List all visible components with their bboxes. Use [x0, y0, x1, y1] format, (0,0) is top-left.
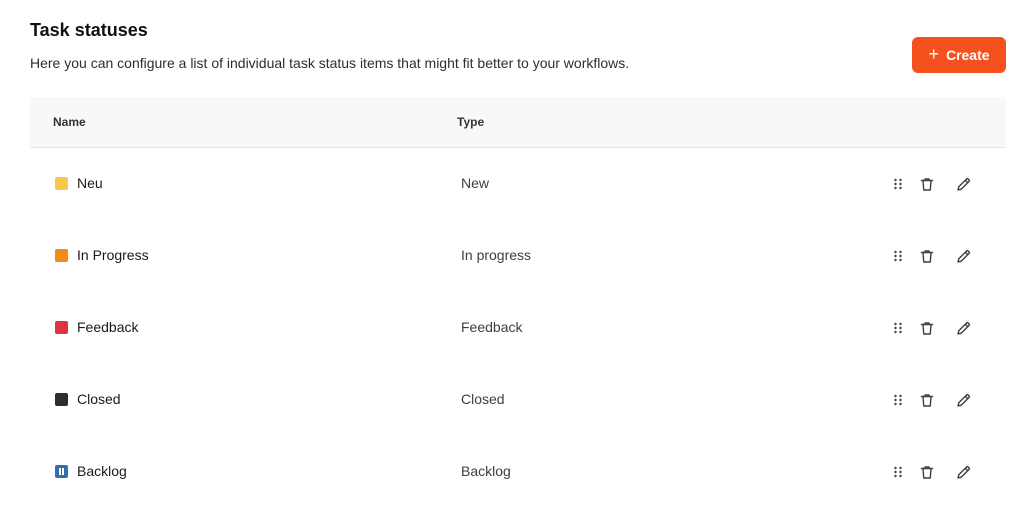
- status-type: In progress: [461, 247, 532, 263]
- status-type: Closed: [461, 391, 505, 407]
- status-color-swatch: [55, 249, 68, 262]
- status-color-swatch: [55, 393, 68, 406]
- create-button-label: Create: [945, 47, 990, 63]
- status-color-swatch: [55, 321, 68, 334]
- status-table: Name Type Neu New In Progress In progres…: [30, 97, 1006, 508]
- trash-icon[interactable]: [919, 176, 935, 192]
- page-title: Task statuses: [30, 20, 148, 40]
- trash-icon[interactable]: [919, 392, 935, 408]
- column-header-type: Type: [457, 115, 485, 129]
- status-name: Backlog: [77, 463, 127, 479]
- drag-handle-icon[interactable]: [890, 248, 906, 264]
- pencil-icon[interactable]: [955, 464, 971, 480]
- drag-handle-icon[interactable]: [890, 464, 906, 480]
- create-button[interactable]: + Create: [912, 37, 1006, 73]
- status-type: Backlog: [461, 463, 511, 479]
- pencil-icon[interactable]: [955, 248, 971, 264]
- status-type: New: [461, 175, 490, 191]
- pencil-icon[interactable]: [955, 392, 971, 408]
- drag-handle-icon[interactable]: [890, 176, 906, 192]
- status-color-swatch: [55, 465, 68, 478]
- table-row: Backlog Backlog: [30, 436, 1006, 508]
- trash-icon[interactable]: [919, 320, 935, 336]
- table-row: Closed Closed: [30, 364, 1006, 436]
- status-color-swatch: [55, 177, 68, 190]
- status-name: Neu: [77, 175, 103, 191]
- table-row: Neu New: [30, 148, 1006, 220]
- page-description: Here you can configure a list of individ…: [30, 55, 630, 71]
- status-name: Closed: [77, 391, 121, 407]
- table-row: In Progress In progress: [30, 220, 1006, 292]
- status-type: Feedback: [461, 319, 523, 335]
- drag-handle-icon[interactable]: [890, 320, 906, 336]
- status-name: Feedback: [77, 319, 139, 335]
- table-row: Feedback Feedback: [30, 292, 1006, 364]
- drag-handle-icon[interactable]: [890, 392, 906, 408]
- pencil-icon[interactable]: [955, 320, 971, 336]
- column-header-name: Name: [53, 115, 86, 129]
- table-header: Name Type: [30, 97, 1006, 148]
- pencil-icon[interactable]: [955, 176, 971, 192]
- task-statuses-page: Task statuses Here you can configure a l…: [0, 0, 1034, 519]
- trash-icon[interactable]: [919, 464, 935, 480]
- plus-icon: +: [928, 44, 939, 64]
- trash-icon[interactable]: [919, 248, 935, 264]
- status-name: In Progress: [77, 247, 149, 263]
